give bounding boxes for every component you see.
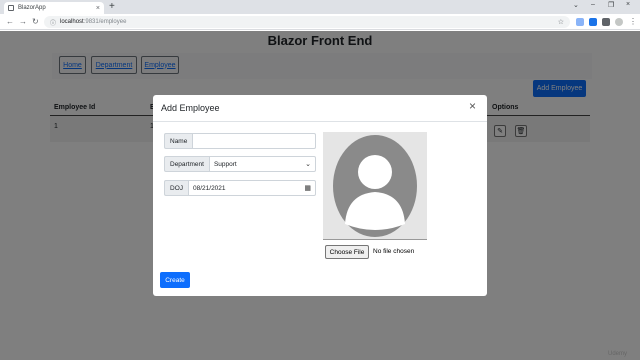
address-bar[interactable]: ⓘ localhost:9831/employee ☆	[44, 16, 570, 28]
avatar-silhouette-icon	[333, 135, 417, 237]
extension-icon[interactable]	[576, 18, 584, 26]
doj-input-group: DOJ 08/21/2021 ▦	[164, 180, 316, 196]
bookmark-star-icon[interactable]: ☆	[558, 18, 564, 26]
minimize-icon[interactable]: –	[591, 1, 595, 8]
department-label: Department	[164, 156, 209, 172]
extensions-puzzle-icon[interactable]	[602, 18, 610, 26]
back-icon[interactable]: ←	[6, 16, 14, 28]
employee-photo-placeholder	[323, 132, 427, 240]
tab-title: BlazorApp	[18, 5, 46, 11]
browser-tab[interactable]: BlazorApp ×	[4, 2, 104, 14]
forward-icon[interactable]: →	[19, 16, 27, 28]
new-tab-icon[interactable]: +	[109, 2, 115, 12]
doj-date-field[interactable]: 08/21/2021 ▦	[188, 180, 316, 196]
modal-header: Add Employee ×	[153, 95, 487, 122]
doj-value: 08/21/2021	[193, 184, 226, 192]
close-icon[interactable]: ×	[469, 100, 476, 112]
window-close-icon[interactable]: ×	[626, 1, 630, 8]
add-employee-modal: Add Employee × Name Department Support ⌄…	[153, 95, 487, 296]
url-host: localhost	[60, 19, 84, 25]
reload-icon[interactable]: ↻	[32, 16, 39, 28]
browser-tab-bar: BlazorApp × + ⌄ – ❐ ×	[0, 0, 640, 14]
doj-label: DOJ	[164, 180, 188, 196]
url-path: :9831/employee	[83, 19, 127, 25]
tab-close-icon[interactable]: ×	[96, 5, 100, 12]
choose-file-button[interactable]: Choose File	[325, 245, 369, 259]
page-favicon-icon	[8, 5, 14, 11]
calendar-icon[interactable]: ▦	[304, 184, 311, 192]
name-input-group: Name	[164, 133, 316, 149]
profile-avatar-icon[interactable]	[615, 18, 623, 26]
modal-title: Add Employee	[161, 103, 220, 113]
department-select[interactable]: Support ⌄	[208, 156, 316, 172]
file-status-text: No file chosen	[373, 248, 415, 255]
extension-icon[interactable]	[589, 18, 597, 26]
department-selected-value: Support	[213, 160, 237, 168]
chevron-down-icon: ⌄	[305, 161, 311, 168]
tab-search-icon[interactable]: ⌄	[573, 1, 579, 9]
browser-toolbar: ← → ↻ ⓘ localhost:9831/employee ☆ ⋮	[0, 14, 640, 30]
create-button[interactable]: Create	[160, 272, 190, 288]
site-info-icon[interactable]: ⓘ	[50, 18, 56, 27]
restore-icon[interactable]: ❐	[608, 1, 614, 9]
name-label: Name	[164, 133, 193, 149]
department-input-group: Department Support ⌄	[164, 156, 316, 172]
name-field[interactable]	[192, 133, 316, 149]
browser-menu-icon[interactable]: ⋮	[629, 16, 637, 28]
